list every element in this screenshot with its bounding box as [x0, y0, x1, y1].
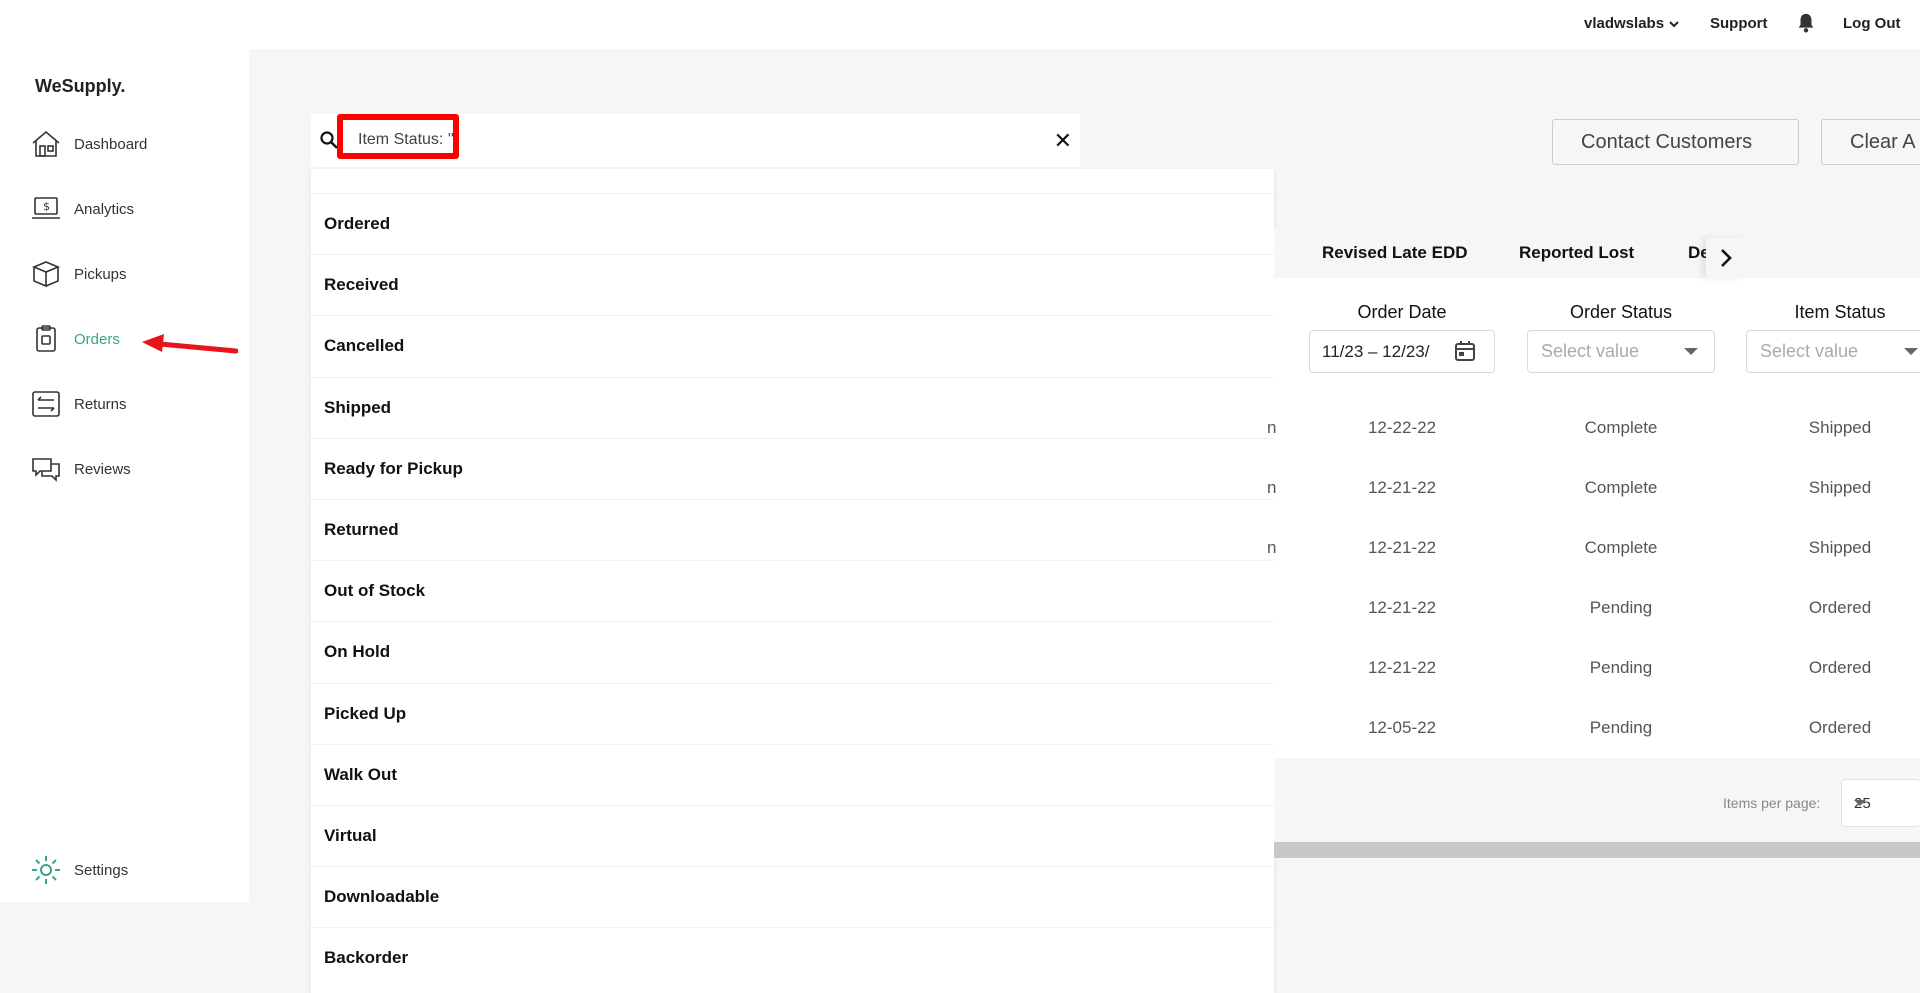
contact-customers-button[interactable]: Contact Customers: [1552, 119, 1799, 165]
table-cell-order-status: Pending: [1589, 718, 1653, 737]
caret-down-icon: [1904, 348, 1918, 355]
table-cell-order-status: Pending: [1589, 658, 1653, 677]
table-cell-order-status: Pending: [1589, 598, 1653, 617]
column-header-item-status[interactable]: Item Status: [1740, 302, 1920, 323]
items-per-page-select[interactable]: 25: [1841, 779, 1920, 827]
dropdown-option-backorder[interactable]: Backorder: [311, 927, 1274, 988]
search-input-value: Item Status: '': [358, 131, 454, 148]
top-bar: vladwslabs Support Log Out: [249, 0, 1920, 51]
table-cell-item-status: Shipped: [1808, 538, 1872, 557]
sidebar-item-dashboard[interactable]: Dashboard: [30, 126, 147, 162]
table-cell-item-status: Ordered: [1808, 718, 1872, 737]
table-cell-item-status: Shipped: [1808, 478, 1872, 497]
horizontal-scrollbar[interactable]: [1274, 842, 1920, 858]
search-bar[interactable]: Item Status: '' ✕: [311, 114, 1080, 167]
table-cell-truncated: n: [1267, 478, 1277, 497]
search-icon: [320, 131, 338, 149]
table-cell-order-date: 12-21-22: [1367, 658, 1437, 677]
sidebar-item-label: Pickups: [74, 265, 127, 283]
sidebar: WeSupply. Dashboard $ Analytics Pickups …: [0, 0, 249, 902]
support-link[interactable]: Support: [1710, 15, 1768, 32]
item-status-select[interactable]: Select value: [1746, 330, 1920, 373]
chevron-down-icon: [1669, 20, 1679, 27]
dropdown-option-on-hold[interactable]: On Hold: [311, 621, 1274, 682]
table-cell-truncated: n: [1267, 538, 1277, 557]
reviews-icon: [30, 453, 62, 485]
sidebar-item-label: Settings: [74, 861, 129, 879]
table-cell-order-date: 12-21-22: [1367, 538, 1437, 557]
bell-icon[interactable]: [1795, 12, 1817, 34]
analytics-icon: $: [30, 193, 62, 225]
column-header-order-status[interactable]: Order Status: [1521, 302, 1721, 323]
account-menu[interactable]: vladwslabs: [1584, 15, 1680, 32]
sidebar-item-label: Dashboard: [74, 135, 148, 153]
search-input[interactable]: Item Status: '': [337, 114, 459, 159]
dropdown-option-walk-out[interactable]: Walk Out: [311, 744, 1274, 805]
table-cell-order-status: Complete: [1584, 478, 1658, 497]
sidebar-item-settings[interactable]: Settings: [30, 852, 128, 888]
table-cell-order-date: 12-21-22: [1367, 598, 1437, 617]
orders-icon: [30, 323, 62, 355]
caret-down-icon: [1684, 348, 1698, 355]
logo: WeSupply.: [35, 76, 126, 96]
dropdown-option-received[interactable]: Received: [311, 254, 1274, 315]
order-date-filter-value: 11/23 – 12/23/: [1322, 342, 1430, 361]
table-cell-order-status: Complete: [1584, 418, 1658, 437]
sidebar-item-label: Analytics: [74, 200, 135, 218]
order-status-select[interactable]: Select value: [1527, 330, 1715, 373]
pagination-bar: [1274, 758, 1920, 842]
column-header-order-date[interactable]: Order Date: [1302, 302, 1502, 323]
clear-all-button[interactable]: Clear A: [1821, 119, 1920, 165]
dropdown-option-virtual[interactable]: Virtual: [311, 805, 1274, 866]
sidebar-item-analytics[interactable]: $ Analytics: [30, 191, 134, 227]
chevron-right-icon: [1721, 249, 1732, 267]
returns-icon: [30, 388, 62, 420]
table-cell-item-status: Ordered: [1808, 658, 1872, 677]
box-icon: [30, 258, 62, 290]
order-status-select-placeholder: Select value: [1541, 341, 1640, 361]
dropdown-option-ready-for-pickup[interactable]: Ready for Pickup: [311, 438, 1274, 499]
table-cell-item-status: Ordered: [1808, 598, 1872, 617]
clear-search-icon[interactable]: ✕: [1054, 128, 1072, 154]
dropdown-option-cancelled[interactable]: Cancelled: [311, 315, 1274, 376]
sidebar-item-label: Orders: [74, 330, 120, 348]
sidebar-item-label: Reviews: [74, 460, 131, 478]
sidebar-item-pickups[interactable]: Pickups: [30, 256, 127, 292]
item-status-select-placeholder: Select value: [1760, 341, 1859, 361]
table-cell-order-status: Complete: [1584, 538, 1658, 557]
tab-reported-lost[interactable]: Reported Lost: [1519, 243, 1634, 263]
sidebar-item-reviews[interactable]: Reviews: [30, 451, 131, 487]
table-cell-order-date: 12-22-22: [1367, 418, 1437, 437]
items-per-page-label: Items per page:: [1723, 795, 1821, 811]
tabs-next-button[interactable]: [1706, 238, 1746, 278]
logout-link[interactable]: Log Out: [1843, 15, 1900, 32]
dropdown-option-out-of-stock[interactable]: Out of Stock: [311, 560, 1274, 621]
dropdown-option-ordered[interactable]: Ordered: [311, 193, 1274, 254]
dropdown-option-returned[interactable]: Returned: [311, 499, 1274, 560]
table-cell-order-date: 12-21-22: [1367, 478, 1437, 497]
svg-text:$: $: [43, 200, 50, 213]
home-icon: [30, 128, 62, 160]
table-cell-item-status: Shipped: [1808, 418, 1872, 437]
sidebar-item-orders[interactable]: Orders: [30, 321, 120, 357]
calendar-icon[interactable]: [1453, 339, 1477, 363]
gear-icon: [30, 854, 62, 886]
table-cell-order-date: 12-05-22: [1367, 718, 1437, 737]
dropdown-option-downloadable[interactable]: Downloadable: [311, 866, 1274, 927]
table-cell-truncated: n: [1267, 418, 1277, 437]
sidebar-item-label: Returns: [74, 395, 127, 413]
item-status-dropdown: Ordered Received Cancelled Shipped Ready…: [311, 169, 1274, 993]
account-name: vladwslabs: [1584, 15, 1665, 32]
tab-revised-late-edd[interactable]: Revised Late EDD: [1322, 243, 1468, 263]
annotation-arrow-icon: [142, 334, 238, 354]
sidebar-item-returns[interactable]: Returns: [30, 386, 127, 422]
dropdown-option-picked-up[interactable]: Picked Up: [311, 683, 1274, 744]
caret-down-icon: [1854, 800, 1866, 806]
dropdown-option-shipped[interactable]: Shipped: [311, 377, 1274, 438]
